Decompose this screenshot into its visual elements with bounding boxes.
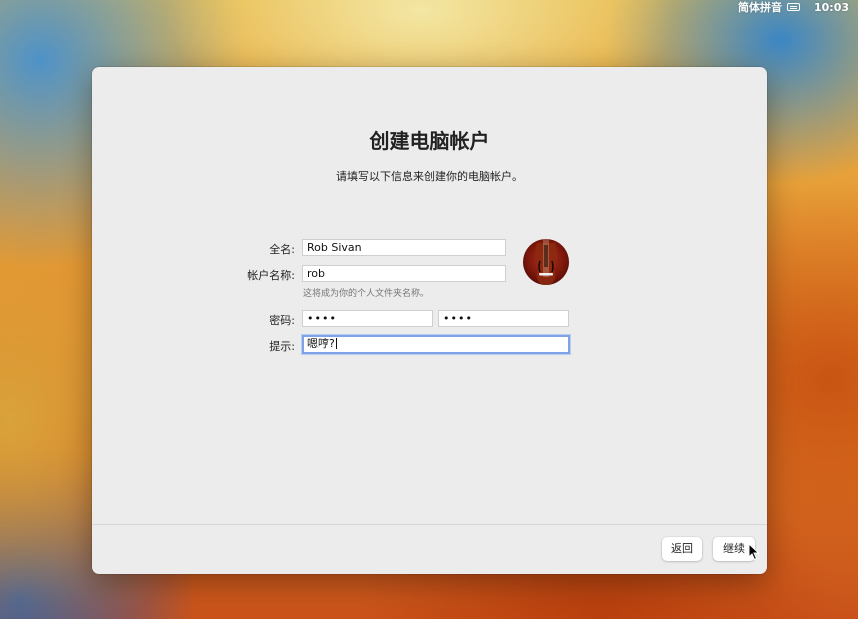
account-name-field[interactable]: rob (302, 265, 506, 282)
back-button[interactable]: 返回 (662, 537, 702, 561)
violin-avatar-icon[interactable] (523, 239, 569, 285)
password-field[interactable]: •••• (302, 310, 433, 327)
keyboard-icon[interactable] (787, 3, 800, 11)
input-method-menu[interactable]: 简体拼音 (738, 1, 782, 15)
menu-bar-clock[interactable]: 10:03 (814, 1, 849, 15)
fullname-field[interactable]: Rob Sivan (302, 239, 506, 256)
page-title: 创建电脑帐户 (369, 129, 490, 153)
hint-field[interactable]: 嗯哼? (302, 335, 570, 354)
page-subtitle: 请填写以下信息来创建你的电脑帐户。 (336, 170, 523, 183)
mouse-pointer-icon (748, 542, 760, 565)
menu-bar: 简体拼音 10:03 (0, 0, 858, 17)
hint-label: 提示: (269, 340, 295, 353)
text-caret (335, 338, 337, 349)
footer-divider (92, 524, 767, 525)
verify-password-field[interactable]: •••• (438, 310, 569, 327)
setup-window: 创建电脑帐户 请填写以下信息来创建你的电脑帐户。 全名: Rob Sivan 帐… (92, 67, 767, 574)
password-label: 密码: (269, 314, 295, 327)
account-name-helper: 这将成为你的个人文件夹名称。 (303, 289, 430, 299)
hint-value: 嗯哼? (307, 337, 335, 350)
account-name-label: 帐户名称: (247, 269, 295, 282)
fullname-label: 全名: (269, 243, 295, 256)
